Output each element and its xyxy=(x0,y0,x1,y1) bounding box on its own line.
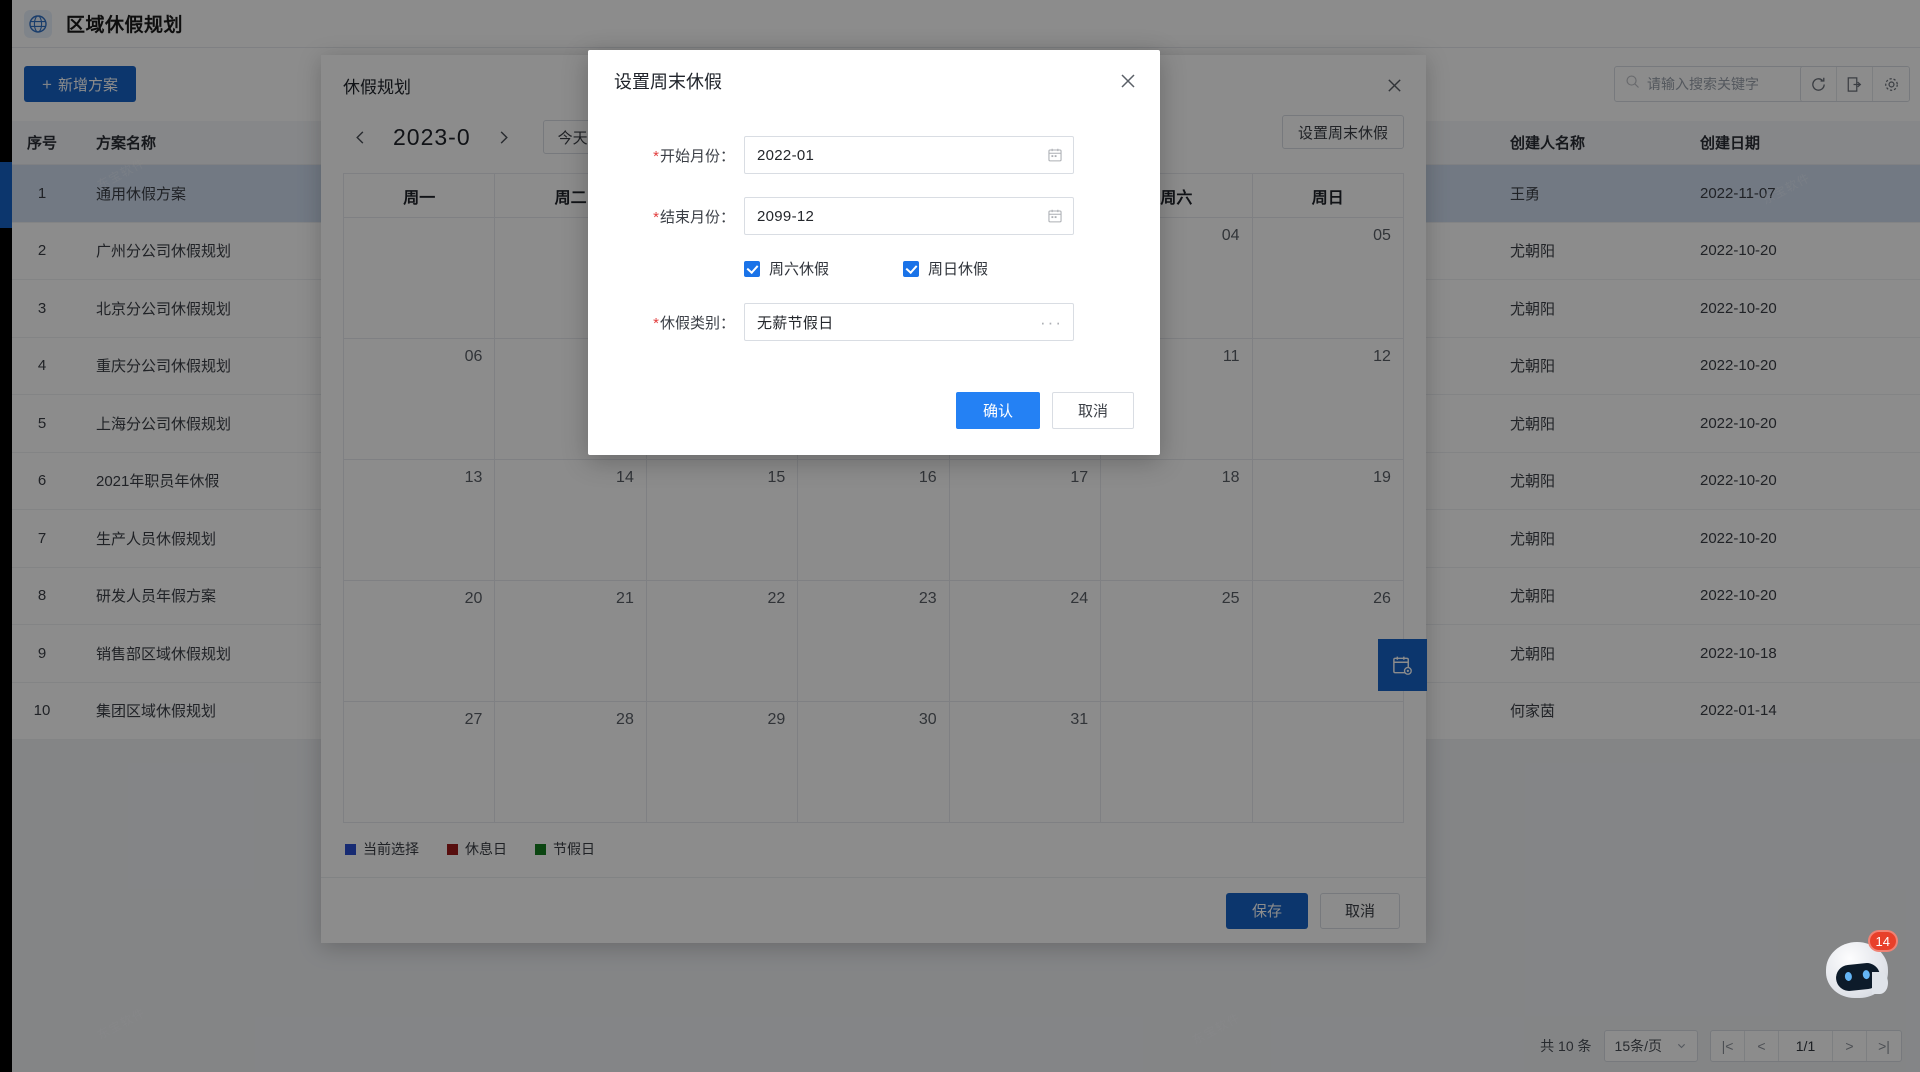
calendar-icon[interactable] xyxy=(1047,208,1063,224)
dialog-body: *开始月份： *结束月份： xyxy=(588,112,1160,341)
start-month-label: *开始月份： xyxy=(636,145,744,166)
dialog-title: 设置周末休假 xyxy=(614,68,722,94)
holiday-category-field[interactable]: ··· xyxy=(744,303,1074,341)
sunday-holiday-label: 周日休假 xyxy=(928,258,988,279)
robot-ear xyxy=(1872,972,1888,994)
end-month-row: *结束月份： xyxy=(588,197,1160,235)
weekend-checkbox-row: 周六休假 周日休假 xyxy=(588,258,1160,279)
required-mark: * xyxy=(653,315,659,332)
robot-eye-left xyxy=(1844,972,1852,982)
start-month-label-text: 开始月份： xyxy=(660,148,735,165)
robot-eye-right xyxy=(1862,970,1870,980)
close-icon[interactable] xyxy=(1116,69,1140,93)
required-mark: * xyxy=(653,209,659,226)
holiday-category-label: *休假类别： xyxy=(636,312,744,333)
end-month-label-text: 结束月份： xyxy=(660,209,735,226)
saturday-holiday-label: 周六休假 xyxy=(769,258,829,279)
ellipsis-icon[interactable]: ··· xyxy=(1040,314,1063,331)
end-month-field[interactable] xyxy=(744,197,1074,235)
start-month-input[interactable] xyxy=(757,147,1041,164)
holiday-category-label-text: 休假类别： xyxy=(660,315,735,332)
end-month-label: *结束月份： xyxy=(636,206,744,227)
start-month-field[interactable] xyxy=(744,136,1074,174)
sunday-holiday-checkbox[interactable]: 周日休假 xyxy=(903,258,988,279)
start-month-row: *开始月份： xyxy=(588,136,1160,174)
weekend-holiday-dialog: 设置周末休假 *开始月份： xyxy=(588,50,1160,455)
holiday-category-row: *休假类别： ··· xyxy=(588,303,1160,341)
checkbox-checked-icon xyxy=(903,261,919,277)
assistant-badge: 14 xyxy=(1868,930,1898,952)
app-root: 区域休假规划 + 新增方案 xyxy=(0,0,1920,1072)
saturday-holiday-checkbox[interactable]: 周六休假 xyxy=(744,258,829,279)
calendar-icon[interactable] xyxy=(1047,147,1063,163)
dialog-header: 设置周末休假 xyxy=(588,50,1160,112)
required-mark: * xyxy=(653,148,659,165)
dialog-cancel-button[interactable]: 取消 xyxy=(1052,392,1134,429)
holiday-category-input[interactable] xyxy=(757,314,1034,331)
checkbox-checked-icon xyxy=(744,261,760,277)
confirm-button[interactable]: 确认 xyxy=(956,392,1040,429)
end-month-input[interactable] xyxy=(757,208,1041,225)
dialog-footer: 确认 取消 xyxy=(956,392,1134,429)
assistant-widget[interactable]: 14 xyxy=(1822,932,1896,1006)
